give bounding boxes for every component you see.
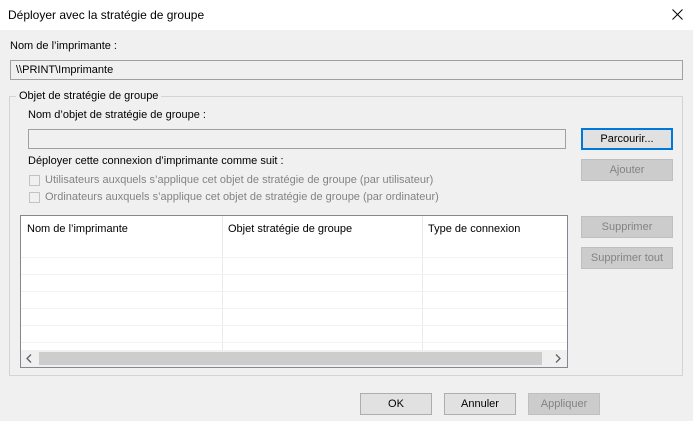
scroll-left-button[interactable]	[21, 350, 38, 367]
remove-button[interactable]: Supprimer	[581, 216, 673, 238]
close-button[interactable]	[661, 0, 693, 30]
add-button[interactable]: Ajouter	[581, 159, 673, 181]
close-icon	[672, 9, 683, 20]
row-gridline	[21, 291, 567, 292]
list-header: Nom de l’imprimante Objet stratégie de g…	[21, 216, 567, 243]
title-bar: Déployer avec la stratégie de groupe	[0, 0, 693, 30]
row-gridline	[21, 325, 567, 326]
deployed-printers-list[interactable]: Nom de l’imprimante Objet stratégie de g…	[20, 215, 568, 368]
column-header-gpo[interactable]: Objet stratégie de groupe	[222, 216, 422, 243]
row-gridline	[21, 257, 567, 258]
browse-button[interactable]: Parcourir...	[581, 128, 673, 150]
printer-name-field[interactable]: \\PRINT\Imprimante	[10, 60, 683, 80]
chevron-left-icon	[26, 354, 32, 363]
gpo-groupbox-legend: Objet de stratégie de groupe	[16, 90, 162, 102]
remove-all-button[interactable]: Supprimer tout	[581, 247, 673, 269]
deploy-label: Déployer cette connexion d’imprimante co…	[28, 155, 284, 167]
window-title: Déployer avec la stratégie de groupe	[8, 8, 205, 22]
apply-button[interactable]: Appliquer	[528, 393, 600, 415]
gpo-name-input[interactable]	[28, 129, 566, 149]
per-machine-label: Ordinateurs auxquels s’applique cet obje…	[45, 191, 439, 203]
scroll-right-button[interactable]	[550, 350, 567, 367]
per-user-checkbox[interactable]	[29, 175, 40, 186]
printer-name-label: Nom de l’imprimante :	[10, 40, 117, 52]
scrollbar-thumb[interactable]	[39, 352, 542, 365]
column-separator	[422, 216, 423, 351]
cancel-button[interactable]: Annuler	[444, 393, 516, 415]
column-separator	[222, 216, 223, 351]
column-header-connection-type[interactable]: Type de connexion	[422, 216, 567, 243]
row-gridline	[21, 308, 567, 309]
ok-button[interactable]: OK	[360, 393, 432, 415]
per-machine-checkbox[interactable]	[29, 192, 40, 203]
column-header-printer-name[interactable]: Nom de l’imprimante	[21, 216, 222, 243]
row-gridline	[21, 342, 567, 343]
horizontal-scrollbar[interactable]	[21, 350, 567, 367]
gpo-name-label: Nom d’objet de stratégie de groupe :	[28, 109, 206, 121]
chevron-right-icon	[555, 354, 561, 363]
per-user-label: Utilisateurs auxquels s’applique cet obj…	[45, 174, 434, 186]
row-gridline	[21, 274, 567, 275]
